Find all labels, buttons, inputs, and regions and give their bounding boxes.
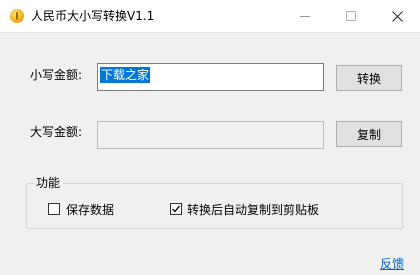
maximize-button[interactable] bbox=[328, 0, 374, 32]
coin-icon bbox=[10, 9, 24, 23]
auto-copy-label[interactable]: 转换后自动复制到剪贴板 bbox=[187, 201, 319, 218]
minimize-button[interactable] bbox=[282, 0, 328, 32]
minimize-icon bbox=[299, 15, 310, 17]
window-title: 人民币大小写转换V1.1 bbox=[31, 9, 155, 23]
close-button[interactable] bbox=[374, 0, 420, 32]
small-amount-input[interactable]: 下载之家 bbox=[97, 63, 324, 91]
save-data-label[interactable]: 保存数据 bbox=[66, 201, 114, 218]
close-icon bbox=[391, 10, 403, 22]
big-amount-output[interactable] bbox=[97, 121, 324, 149]
small-amount-label: 小写金额: bbox=[30, 68, 83, 82]
convert-button[interactable]: 转换 bbox=[336, 65, 402, 91]
small-amount-value: 下载之家 bbox=[100, 67, 151, 83]
copy-button[interactable]: 复制 bbox=[336, 121, 402, 147]
title-bar: 人民币大小写转换V1.1 bbox=[0, 0, 420, 33]
maximize-icon bbox=[345, 10, 356, 21]
big-amount-label: 大写金额: bbox=[30, 125, 83, 139]
feedback-link[interactable]: 反馈 bbox=[380, 255, 404, 272]
checkmark-icon bbox=[172, 205, 181, 213]
save-data-checkbox[interactable] bbox=[48, 203, 60, 215]
auto-copy-checkbox[interactable] bbox=[170, 203, 182, 215]
options-group-title: 功能 bbox=[33, 176, 64, 190]
